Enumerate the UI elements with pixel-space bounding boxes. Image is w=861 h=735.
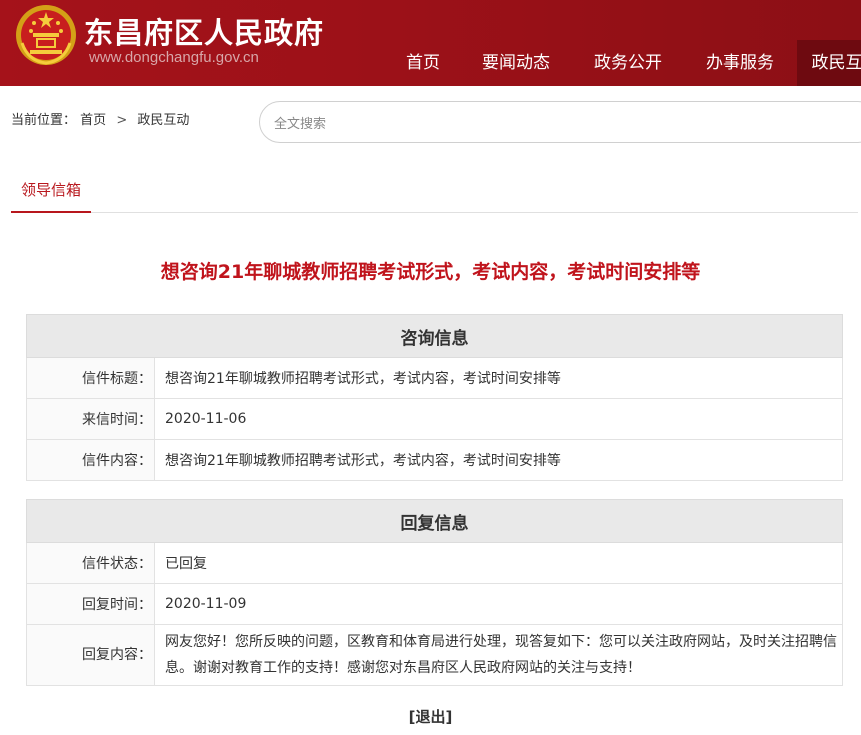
search-input[interactable] (272, 113, 836, 135)
nav-item-interaction[interactable]: 政民互 (797, 40, 861, 86)
reply-heading: 回复信息 (26, 499, 843, 543)
nav-item-news[interactable]: 要闻动态 (468, 40, 564, 86)
letter-content-label: 信件内容： (26, 439, 155, 481)
letter-content-value: 想咨询21年聊城教师招聘考试形式，考试内容，考试时间安排等 (154, 439, 843, 481)
table-row: 回复内容： 网友您好！您所反映的问题，区教育和体育局进行处理，现答复如下：您可以… (26, 624, 843, 686)
nav-item-home[interactable]: 首页 (388, 40, 458, 86)
table-row: 回复时间： 2020-11-09 (26, 583, 843, 625)
table-row: 信件内容： 想咨询21年聊城教师招聘考试形式，考试内容，考试时间安排等 (26, 439, 843, 481)
reply-info-table: 回复信息 信件状态： 已回复 回复时间： 2020-11-09 回复内容： 网友… (26, 499, 843, 686)
reply-date-label: 回复时间： (26, 583, 155, 625)
letter-status-value: 已回复 (154, 542, 843, 584)
table-row: 信件标题： 想咨询21年聊城教师招聘考试形式，考试内容，考试时间安排等 (26, 357, 843, 399)
letter-date-label: 来信时间： (26, 398, 155, 440)
nav-item-services[interactable]: 办事服务 (692, 40, 788, 86)
reply-content-label: 回复内容： (26, 624, 155, 686)
letter-title: 想咨询21年聊城教师招聘考试形式，考试内容，考试时间安排等 (160, 261, 701, 283)
reply-date-value: 2020-11-09 (154, 583, 843, 625)
inquiry-info-table: 咨询信息 信件标题： 想咨询21年聊城教师招聘考试形式，考试内容，考试时间安排等… (26, 314, 843, 481)
breadcrumb-interaction-link[interactable]: 政民互动 (137, 113, 189, 128)
breadcrumb-prefix: 当前位置： (11, 113, 77, 128)
exit-button[interactable]: [退出] (0, 706, 861, 727)
tab-divider (11, 212, 858, 213)
breadcrumb: 当前位置： 首页 > 政民互动 (11, 109, 189, 128)
breadcrumb-separator: > (116, 113, 128, 128)
letter-date-value: 2020-11-06 (154, 398, 843, 440)
nav-item-gov-affairs[interactable]: 政务公开 (580, 40, 676, 86)
letter-status-label: 信件状态： (26, 542, 155, 584)
site-header: 东昌府区人民政府 www.dongchangfu.gov.cn 首页 要闻动态 … (0, 0, 861, 86)
inquiry-heading: 咨询信息 (26, 314, 843, 358)
table-row: 来信时间： 2020-11-06 (26, 398, 843, 440)
breadcrumb-home-link[interactable]: 首页 (80, 113, 106, 128)
letter-subject-label: 信件标题： (26, 357, 155, 399)
letter-subject-value: 想咨询21年聊城教师招聘考试形式，考试内容，考试时间安排等 (154, 357, 843, 399)
table-row: 信件状态： 已回复 (26, 542, 843, 584)
search-box (259, 101, 861, 143)
reply-content-value: 网友您好！您所反映的问题，区教育和体育局进行处理，现答复如下：您可以关注政府网站… (154, 624, 843, 686)
tab-leader-mailbox[interactable]: 领导信箱 (11, 179, 91, 213)
main-nav: 首页 要闻动态 政务公开 办事服务 政民互 (0, 40, 861, 86)
